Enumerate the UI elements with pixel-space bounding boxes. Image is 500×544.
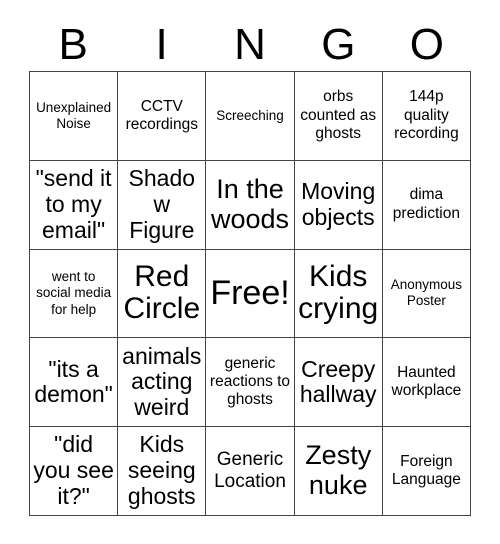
- bingo-cell-free[interactable]: Free!: [206, 249, 295, 339]
- bingo-cell[interactable]: Generic Location: [206, 427, 295, 516]
- bingo-cell-label: orbs counted as ghosts: [300, 88, 377, 143]
- bingo-cell[interactable]: Zesty nuke: [294, 427, 383, 516]
- bingo-cell-label: Red Circle: [123, 260, 201, 326]
- bingo-cell[interactable]: dima prediction: [382, 160, 471, 250]
- bingo-card: B I N G O Unexplained Noise CCTV recordin…: [0, 0, 500, 544]
- bingo-cell-label: "send it to my email": [35, 165, 112, 243]
- bingo-cell-label: animals acting weird: [122, 342, 202, 421]
- bingo-cell-label: generic reactions to ghosts: [209, 354, 291, 409]
- bingo-cell[interactable]: Haunted workplace: [382, 338, 471, 428]
- bingo-cell[interactable]: Screeching: [206, 72, 295, 161]
- header-letter-o: O: [409, 19, 444, 69]
- bingo-cell[interactable]: Unexplained Noise: [30, 72, 119, 161]
- bingo-cell-label: 144p quality recording: [394, 88, 459, 143]
- bingo-cell-label: Zesty nuke: [305, 440, 372, 501]
- bingo-cell[interactable]: Kids crying: [294, 249, 383, 339]
- bingo-cell-label: Moving objects: [301, 177, 376, 230]
- bingo-cell[interactable]: generic reactions to ghosts: [206, 338, 295, 428]
- header-letter-n: N: [234, 19, 266, 69]
- bingo-cell-label: CCTV recordings: [125, 97, 198, 133]
- bingo-cell-label: In the woods: [210, 174, 290, 234]
- bingo-cell-label: Free!: [210, 274, 290, 313]
- bingo-header-row: B I N G O: [29, 18, 471, 71]
- bingo-cell-label: Screeching: [216, 107, 284, 123]
- bingo-cell[interactable]: Foreign Language: [382, 427, 471, 516]
- header-letter-i: I: [155, 19, 168, 69]
- bingo-cell[interactable]: "send it to my email": [30, 160, 119, 250]
- bingo-cell[interactable]: Shadow Figure: [118, 160, 207, 250]
- bingo-cell[interactable]: In the woods: [206, 160, 295, 250]
- bingo-cell[interactable]: "its a demon": [30, 338, 119, 428]
- bingo-cell-label: went to social media for help: [36, 269, 112, 317]
- bingo-cell[interactable]: Red Circle: [118, 249, 207, 339]
- bingo-cell-label: Anonymous Poster: [390, 277, 463, 309]
- bingo-cell[interactable]: Creepy hallway: [294, 338, 383, 428]
- bingo-cell[interactable]: went to social media for help: [30, 249, 119, 339]
- bingo-cell-label: Kids crying: [298, 260, 379, 326]
- bingo-cell-label: Foreign Language: [391, 452, 461, 489]
- bingo-cell[interactable]: Anonymous Poster: [382, 249, 471, 339]
- bingo-cell-label: dima prediction: [392, 186, 460, 222]
- bingo-cell[interactable]: "did you see it?": [30, 427, 119, 516]
- bingo-cell-label: "its a demon": [34, 355, 113, 408]
- bingo-cell[interactable]: animals acting weird: [118, 338, 207, 428]
- bingo-cell-label: "did you see it?": [33, 431, 114, 509]
- header-letter-g: G: [321, 19, 356, 69]
- bingo-cell-label: Unexplained Noise: [36, 99, 112, 131]
- bingo-cell-label: Generic Location: [214, 449, 286, 493]
- bingo-cell[interactable]: Kids seeing ghosts: [118, 427, 207, 516]
- bingo-cell-label: Kids seeing ghosts: [127, 431, 196, 509]
- header-letter-b: B: [58, 19, 88, 69]
- bingo-cell[interactable]: 144p quality recording: [382, 72, 471, 161]
- bingo-cell-label: Haunted workplace: [391, 364, 462, 400]
- bingo-grid: Unexplained Noise CCTV recordings Screechi…: [29, 71, 471, 516]
- bingo-cell[interactable]: CCTV recordings: [118, 72, 207, 161]
- bingo-cell-label: Shadow Figure: [128, 165, 196, 243]
- bingo-cell[interactable]: orbs counted as ghosts: [294, 72, 383, 161]
- bingo-cell[interactable]: Moving objects: [294, 160, 383, 250]
- bingo-cell-label: Creepy hallway: [299, 355, 377, 408]
